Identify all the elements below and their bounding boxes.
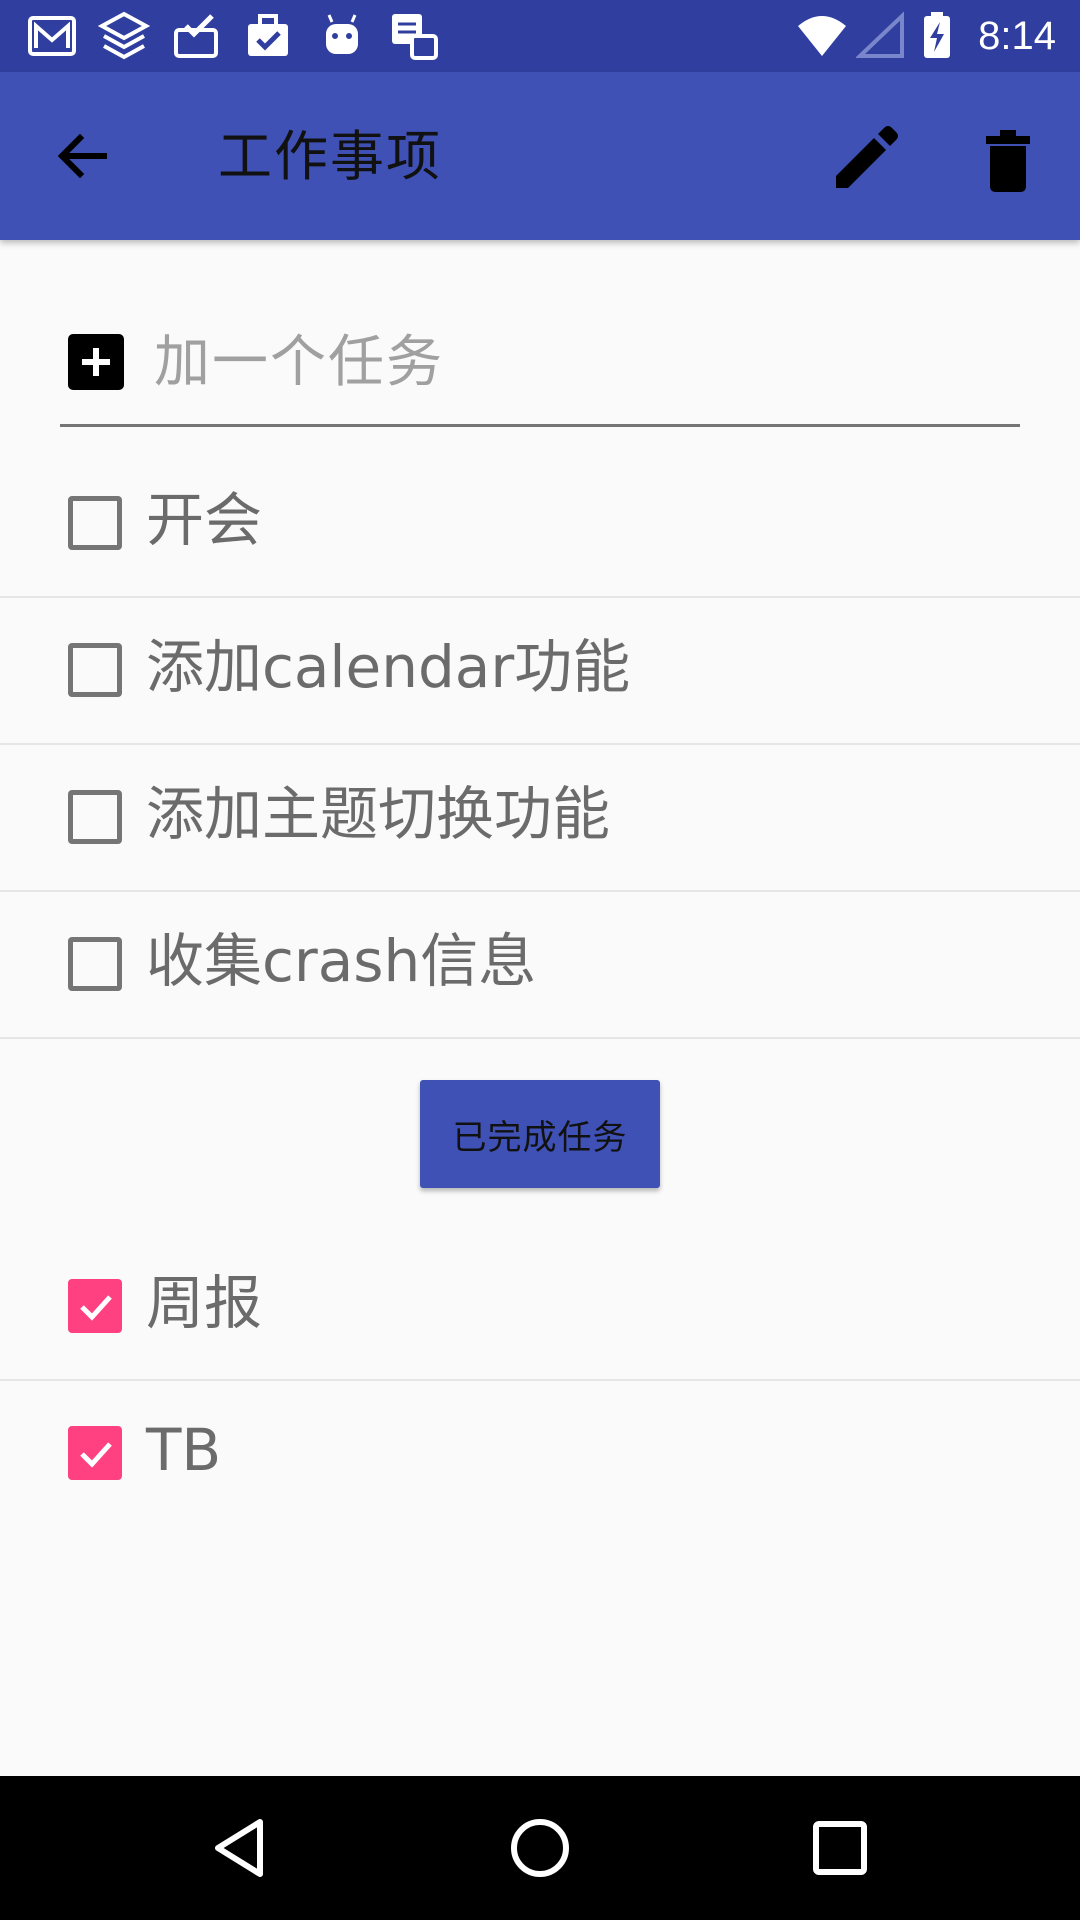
task-checkbox[interactable] bbox=[68, 937, 122, 991]
navigation-bar bbox=[0, 1776, 1080, 1920]
task-row[interactable]: 收集crash信息 bbox=[0, 891, 1080, 1039]
layers-icon bbox=[98, 11, 150, 60]
task-label: TB bbox=[146, 1416, 222, 1484]
nav-back-icon[interactable] bbox=[200, 1808, 280, 1888]
trash-icon[interactable] bbox=[972, 124, 1044, 196]
page-title: 工作事项 bbox=[218, 125, 442, 188]
stack-notes-icon bbox=[392, 14, 438, 60]
task-label: 添加calendar功能 bbox=[146, 633, 631, 701]
nav-home-icon[interactable] bbox=[500, 1808, 580, 1888]
pencil-icon[interactable] bbox=[828, 124, 900, 196]
inbox-check-icon bbox=[174, 14, 218, 58]
task-row[interactable]: 添加calendar功能 bbox=[0, 597, 1080, 745]
task-checkbox-checked[interactable] bbox=[68, 1426, 122, 1480]
app-bar: 工作事项 bbox=[0, 72, 1080, 240]
completed-task-row[interactable]: TB bbox=[0, 1380, 1080, 1526]
battery-charging-icon bbox=[924, 12, 950, 58]
nav-recents-icon[interactable] bbox=[800, 1808, 880, 1888]
wifi-icon bbox=[798, 16, 846, 56]
checkmark-icon bbox=[80, 1442, 112, 1468]
gmail-icon bbox=[28, 16, 76, 56]
task-row[interactable]: 添加主题切换功能 bbox=[0, 744, 1080, 892]
status-time: 8:14 bbox=[978, 14, 1056, 58]
status-bar: 8:14 bbox=[0, 0, 1080, 72]
add-box-icon[interactable] bbox=[68, 334, 124, 390]
completed-tasks-button[interactable]: 已完成任务 bbox=[420, 1080, 660, 1188]
task-checkbox[interactable] bbox=[68, 790, 122, 844]
add-task-input[interactable] bbox=[154, 320, 994, 404]
signal-icon bbox=[856, 11, 904, 58]
task-label: 开会 bbox=[146, 486, 263, 554]
task-checkbox-checked[interactable] bbox=[68, 1279, 122, 1333]
completed-task-row[interactable]: 周报 bbox=[0, 1233, 1080, 1381]
android-icon bbox=[326, 14, 358, 54]
task-checkbox[interactable] bbox=[68, 496, 122, 550]
task-checkbox[interactable] bbox=[68, 643, 122, 697]
task-row[interactable]: 开会 bbox=[0, 450, 1080, 598]
checkmark-icon bbox=[80, 1295, 112, 1321]
add-task-row bbox=[60, 300, 1020, 427]
task-label: 添加主题切换功能 bbox=[146, 780, 611, 848]
task-label: 周报 bbox=[146, 1269, 263, 1337]
task-label: 收集crash信息 bbox=[146, 927, 537, 995]
briefcase-check-icon bbox=[248, 14, 288, 56]
arrow-back-icon[interactable] bbox=[48, 120, 120, 192]
